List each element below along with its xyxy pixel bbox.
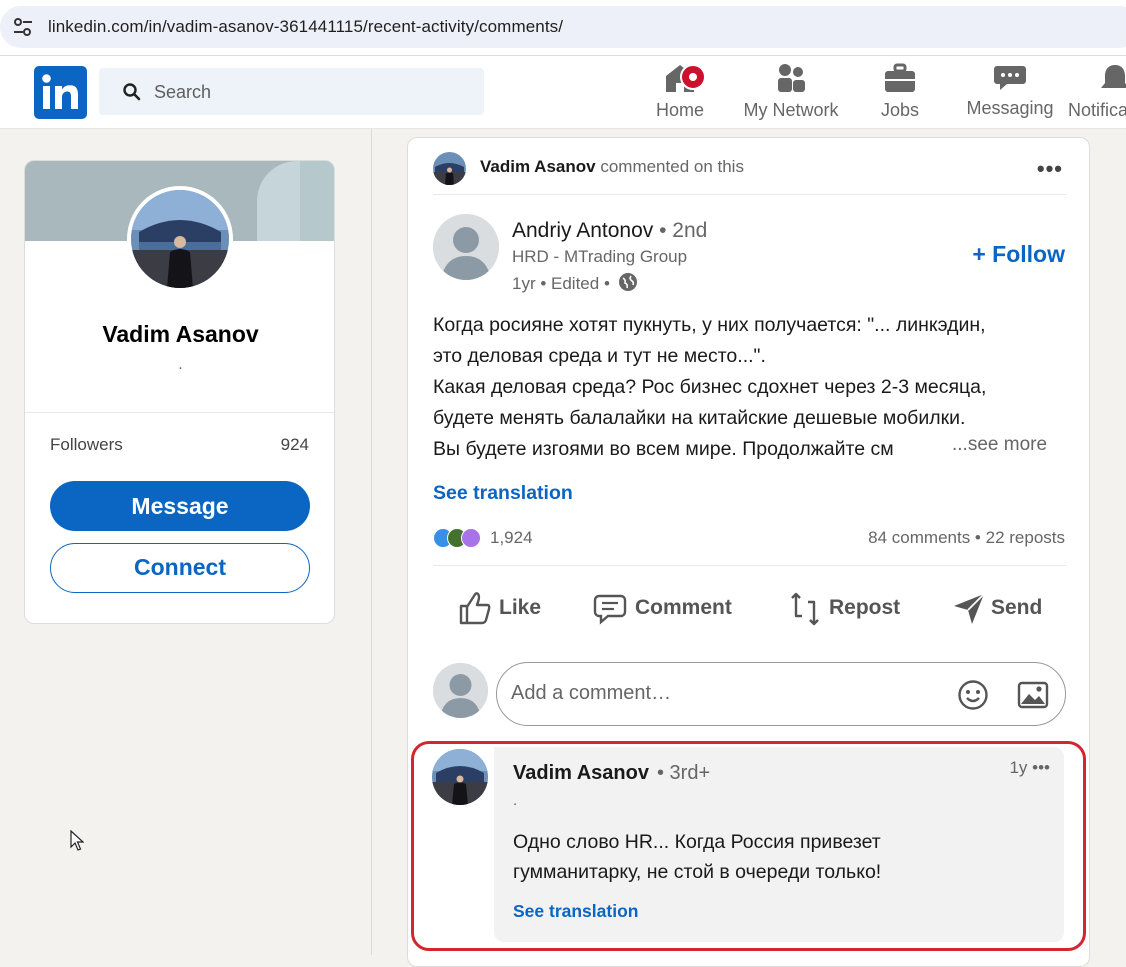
author-avatar[interactable] xyxy=(433,214,499,280)
divider xyxy=(25,412,334,413)
nav-my-network-label: My Network xyxy=(743,100,839,120)
follow-button[interactable]: + Follow xyxy=(972,241,1065,268)
nav-my-network[interactable]: My Network xyxy=(735,62,847,126)
actor-avatar[interactable] xyxy=(433,152,466,185)
comments-reposts-count[interactable]: 84 comments • 22 reposts xyxy=(868,528,1065,548)
message-button[interactable]: Message xyxy=(50,481,310,531)
repost-icon xyxy=(791,592,819,626)
see-more-link[interactable]: ...see more xyxy=(946,434,1048,456)
reaction-count: 1,924 xyxy=(490,528,533,547)
comment-icon xyxy=(593,594,627,625)
nav-notifications-label: Notifications xyxy=(1068,100,1126,120)
nav-messaging[interactable]: Messaging xyxy=(960,62,1060,126)
notification-badge xyxy=(680,64,706,90)
my-avatar xyxy=(433,663,488,718)
people-icon xyxy=(778,64,805,92)
followers-count: 924 xyxy=(280,435,309,454)
profile-card: Vadim Asanov . Followers 924 Message Con… xyxy=(24,160,335,624)
send-icon xyxy=(954,593,985,624)
activity-text: Vadim Asanov commented on this xyxy=(480,157,744,177)
search-icon xyxy=(123,83,141,101)
profile-headline: . xyxy=(178,356,183,373)
linkedin-logo[interactable] xyxy=(34,66,87,119)
connect-button[interactable]: Connect xyxy=(50,543,310,593)
site-settings-icon[interactable] xyxy=(12,16,34,38)
divider xyxy=(433,194,1066,195)
browser-address-bar: linkedin.com/in/vadim-asanov-361441115/r… xyxy=(0,0,1126,56)
profile-name: Vadim Asanov xyxy=(102,321,259,347)
nav-notifications[interactable]: Notifications xyxy=(1068,62,1126,126)
like-label: Like xyxy=(499,596,542,619)
search-placeholder: Search xyxy=(154,82,212,102)
image-icon[interactable] xyxy=(1017,681,1049,709)
post-line: это деловая среда и тут не место...". xyxy=(433,345,766,367)
top-nav: Search Home My Network Jobs Messaging No… xyxy=(0,56,1126,129)
profile-avatar[interactable] xyxy=(127,186,233,292)
bell-icon xyxy=(1101,65,1126,88)
column-divider xyxy=(371,129,372,955)
author-name[interactable]: Andriy Antonov xyxy=(512,219,653,242)
chat-icon xyxy=(994,66,1026,90)
comment-placeholder: Add a comment… xyxy=(511,682,672,704)
mouse-cursor-icon xyxy=(70,830,84,851)
post-more-button[interactable]: ••• xyxy=(1037,156,1063,182)
nav-home[interactable]: Home xyxy=(645,62,715,126)
emoji-icon[interactable] xyxy=(957,679,989,711)
nav-jobs[interactable]: Jobs xyxy=(870,62,930,126)
globe-icon xyxy=(618,273,637,291)
post-line: Какая деловая среда? Рос бизнес сдохнет … xyxy=(433,376,987,398)
followers-label: Followers xyxy=(50,435,123,454)
nav-home-label: Home xyxy=(655,100,704,120)
comment-input[interactable]: Add a comment… xyxy=(496,662,1066,726)
nav-jobs-label: Jobs xyxy=(880,100,920,120)
nav-messaging-label: Messaging xyxy=(966,98,1054,118)
insightful-reaction-icon xyxy=(461,528,481,548)
post-time: 1yr • Edited • xyxy=(512,274,610,293)
post-meta: 1yr • Edited • xyxy=(512,272,638,294)
send-label: Send xyxy=(991,596,1043,619)
repost-label: Repost xyxy=(829,596,901,619)
briefcase-icon xyxy=(885,63,915,92)
author-name-row: Andriy Antonov • 2nd xyxy=(512,219,707,243)
connection-degree: • 2nd xyxy=(659,219,708,242)
divider xyxy=(433,565,1066,566)
author-title: HRD - MTrading Group xyxy=(512,247,688,266)
search-input[interactable]: Search xyxy=(99,68,484,115)
post-line: Когда росияне хотят пукнуть, у них получ… xyxy=(433,314,986,336)
post-line: будете менять балалайки на китайские деш… xyxy=(433,407,966,429)
activity-action: commented on this xyxy=(600,157,744,176)
highlight-annotation xyxy=(411,741,1086,951)
comment-label: Comment xyxy=(635,596,732,619)
see-translation-link[interactable]: See translation xyxy=(433,482,573,505)
activity-actor[interactable]: Vadim Asanov xyxy=(480,157,596,176)
url-text[interactable]: linkedin.com/in/vadim-asanov-361441115/r… xyxy=(48,17,563,37)
thumbs-up-icon xyxy=(459,592,491,625)
